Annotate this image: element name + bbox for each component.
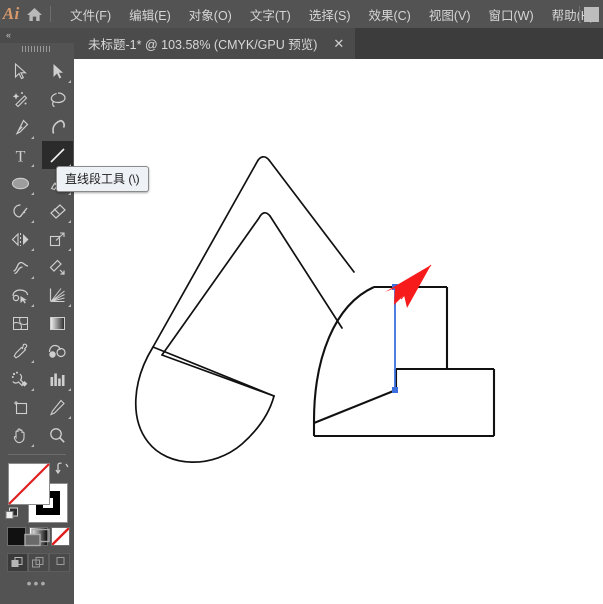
column-graph-tool[interactable] (42, 365, 73, 393)
type-tool[interactable]: T (5, 141, 36, 169)
svg-text:T: T (16, 148, 26, 164)
menu-item-type[interactable]: 文字(T) (241, 1, 300, 28)
artboard-canvas[interactable] (74, 59, 603, 604)
menubar-right-divider (579, 6, 580, 22)
shape-builder-tool[interactable] (5, 281, 36, 309)
change-screen-mode-button[interactable] (0, 525, 74, 551)
app-logo: Ai (0, 0, 23, 28)
ellipse-tool[interactable] (5, 169, 36, 197)
tool-grid: T (0, 55, 74, 449)
more-tools-button[interactable]: ••• (0, 573, 74, 593)
perspective-grid-tool[interactable] (42, 281, 73, 309)
collapse-panel-icon[interactable]: « (6, 30, 10, 41)
gradient-tool[interactable] (42, 309, 73, 337)
line-segment-tool[interactable] (42, 141, 73, 169)
workspace-switcher-icon[interactable] (584, 7, 599, 22)
tool-flyout-indicator (31, 164, 34, 167)
color-controls (0, 459, 74, 579)
free-transform-tool[interactable] (42, 253, 73, 281)
artboard-tool[interactable] (5, 393, 36, 421)
tool-flyout-indicator (68, 220, 71, 223)
tool-flyout-indicator (68, 388, 71, 391)
menu-item-view[interactable]: 视图(V) (420, 1, 480, 28)
slice-tool[interactable] (42, 393, 73, 421)
tools-panel: « (0, 28, 74, 604)
tool-flyout-indicator (68, 192, 71, 195)
hand-tool[interactable] (5, 421, 36, 449)
scale-tool[interactable] (42, 225, 73, 253)
left-shape-outline (136, 157, 354, 462)
magic-wand-tool[interactable] (5, 85, 36, 113)
illustrator-window: Ai 文件(F) 编辑(E) 对象(O) 文字(T) 选择(S) 效果(C) 视… (0, 0, 603, 604)
toolbar-divider (8, 454, 66, 455)
draw-inside-button[interactable] (49, 553, 70, 572)
width-tool[interactable] (5, 253, 36, 281)
tool-flyout-indicator (68, 248, 71, 251)
menu-item-window[interactable]: 窗口(W) (480, 1, 543, 28)
tool-tooltip: 直线段工具 (\) (56, 166, 149, 192)
tool-flyout-indicator (31, 220, 34, 223)
menu-divider (50, 6, 51, 22)
tool-flyout-indicator (31, 136, 34, 139)
close-icon[interactable]: ✕ (333, 37, 344, 50)
draw-behind-button[interactable] (28, 553, 49, 572)
menubar-right-group (575, 0, 599, 28)
anchor-point-bottom (392, 387, 398, 393)
menu-bar: Ai 文件(F) 编辑(E) 对象(O) 文字(T) 选择(S) 效果(C) 视… (0, 0, 603, 28)
swap-fill-stroke-icon[interactable] (55, 461, 69, 475)
tool-flyout-indicator (31, 276, 34, 279)
menu-item-edit[interactable]: 编辑(E) (120, 1, 180, 28)
fill-none-indicator (8, 463, 50, 505)
drawing-mode-buttons (7, 553, 70, 572)
tool-flyout-indicator (68, 80, 71, 83)
menu-item-list: 文件(F) 编辑(E) 对象(O) 文字(T) 选择(S) 效果(C) 视图(V… (61, 1, 603, 28)
rotate-tool[interactable] (5, 225, 36, 253)
draw-normal-button[interactable] (7, 553, 28, 572)
pen-tool[interactable] (5, 113, 36, 141)
menu-item-effect[interactable]: 效果(C) (359, 1, 419, 28)
tool-flyout-indicator (31, 248, 34, 251)
eraser-tool[interactable] (42, 197, 73, 225)
shaper-tool[interactable] (5, 197, 36, 225)
tools-panel-drag-handle[interactable] (0, 43, 74, 55)
right-shape-outline (314, 287, 494, 436)
zoom-tool[interactable] (42, 421, 73, 449)
menu-item-select[interactable]: 选择(S) (300, 1, 360, 28)
menu-item-object[interactable]: 对象(O) (180, 1, 241, 28)
symbol-sprayer-tool[interactable] (5, 365, 36, 393)
document-tab-title: 未标题-1* @ 103.58% (CMYK/GPU 预览) (88, 34, 317, 53)
tools-panel-header: « (0, 28, 74, 43)
menu-item-file[interactable]: 文件(F) (61, 1, 120, 28)
tool-flyout-indicator (31, 304, 34, 307)
eyedropper-tool[interactable] (5, 337, 36, 365)
default-fill-stroke-icon[interactable] (5, 507, 19, 521)
tool-flyout-indicator (68, 416, 71, 419)
home-icon[interactable] (23, 0, 47, 28)
direct-selection-tool[interactable] (42, 57, 73, 85)
tool-flyout-indicator (31, 360, 34, 363)
blend-tool[interactable] (42, 337, 73, 365)
tool-flyout-indicator (31, 444, 34, 447)
tool-flyout-indicator (31, 192, 34, 195)
tool-flyout-indicator (31, 388, 34, 391)
artwork-svg (74, 59, 603, 604)
document-tab-bar: 未标题-1* @ 103.58% (CMYK/GPU 预览) ✕ (74, 28, 603, 59)
selection-tool[interactable] (5, 57, 36, 85)
mesh-tool[interactable] (5, 309, 36, 337)
document-tab[interactable]: 未标题-1* @ 103.58% (CMYK/GPU 预览) ✕ (74, 28, 355, 59)
curvature-tool[interactable] (42, 113, 73, 141)
lasso-tool[interactable] (42, 85, 73, 113)
tool-flyout-indicator (68, 304, 71, 307)
